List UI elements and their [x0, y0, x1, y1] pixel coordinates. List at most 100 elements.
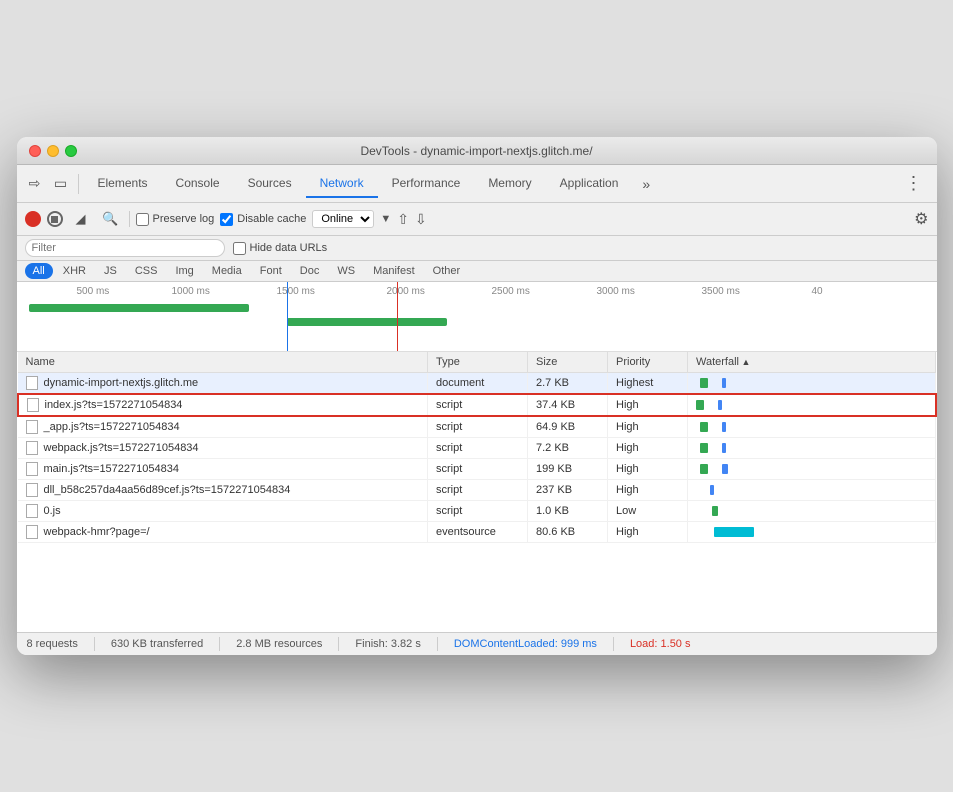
cell-type: script: [428, 459, 528, 480]
file-icon: [26, 525, 38, 539]
cell-name: _app.js?ts=1572271054834: [18, 416, 428, 438]
cell-size: 237 KB: [528, 480, 608, 501]
table-row[interactable]: webpack-hmr?page=/eventsource80.6 KBHigh: [18, 522, 936, 543]
status-divider-3: [338, 637, 339, 651]
toolbar-divider: [78, 174, 79, 194]
table-row[interactable]: dll_b58c257da4aa56d89cef.js?ts=157227105…: [18, 480, 936, 501]
cell-type: script: [428, 480, 528, 501]
type-btn-other[interactable]: Other: [425, 263, 469, 279]
timeline-label-2000: 2000 ms: [387, 286, 425, 297]
cell-size: 64.9 KB: [528, 416, 608, 438]
table-row[interactable]: index.js?ts=1572271054834script37.4 KBHi…: [18, 394, 936, 416]
cell-waterfall: [688, 394, 936, 416]
cell-waterfall: [688, 459, 936, 480]
tab-performance[interactable]: Performance: [378, 170, 475, 198]
close-button[interactable]: [29, 145, 41, 157]
import-har-button[interactable]: ⇧: [397, 211, 409, 228]
disable-cache-checkbox[interactable]: [220, 213, 233, 226]
col-name[interactable]: Name: [18, 352, 428, 373]
cell-waterfall: [688, 438, 936, 459]
cell-type: document: [428, 373, 528, 395]
file-icon: [26, 462, 38, 476]
table-row[interactable]: 0.jsscript1.0 KBLow: [18, 501, 936, 522]
table-row[interactable]: webpack.js?ts=1572271054834script7.2 KBH…: [18, 438, 936, 459]
record-button[interactable]: [25, 211, 41, 227]
timeline-content: 500 ms 1000 ms 1500 ms 2000 ms 2500 ms 3…: [17, 282, 937, 351]
cell-priority: High: [608, 438, 688, 459]
file-icon: [26, 483, 38, 497]
type-btn-doc[interactable]: Doc: [292, 263, 328, 279]
cell-name: index.js?ts=1572271054834: [18, 394, 428, 416]
preserve-log-checkbox[interactable]: [136, 213, 149, 226]
file-name: dynamic-import-nextjs.glitch.me: [44, 377, 199, 389]
network-toolbar: ◢ 🔍 Preserve log Disable cache Online ▼ …: [17, 203, 937, 236]
col-type[interactable]: Type: [428, 352, 528, 373]
col-size[interactable]: Size: [528, 352, 608, 373]
search-button[interactable]: 🔍: [99, 207, 123, 231]
col-waterfall[interactable]: Waterfall: [688, 352, 936, 373]
type-btn-manifest[interactable]: Manifest: [365, 263, 423, 279]
type-btn-img[interactable]: Img: [167, 263, 201, 279]
load-time: Load: 1.50 s: [630, 638, 691, 650]
resources-size: 2.8 MB resources: [236, 638, 322, 650]
tab-sources[interactable]: Sources: [234, 170, 306, 198]
requests-count: 8 requests: [27, 638, 78, 650]
tab-application[interactable]: Application: [546, 170, 633, 198]
type-btn-ws[interactable]: WS: [329, 263, 363, 279]
table-row[interactable]: _app.js?ts=1572271054834script64.9 KBHig…: [18, 416, 936, 438]
cell-size: 2.7 KB: [528, 373, 608, 395]
network-settings-button[interactable]: ⚙: [914, 209, 928, 229]
load-line: [397, 282, 398, 351]
cell-size: 199 KB: [528, 459, 608, 480]
tab-elements[interactable]: Elements: [84, 170, 162, 198]
disable-cache-label[interactable]: Disable cache: [220, 213, 306, 226]
timeline-label-3500: 3500 ms: [702, 286, 740, 297]
cursor-icon[interactable]: ⇨: [23, 172, 47, 196]
more-tabs-button[interactable]: »: [636, 172, 656, 196]
timeline-bar-green-1: [29, 304, 249, 312]
type-btn-xhr[interactable]: XHR: [55, 263, 94, 279]
device-icon[interactable]: ▭: [49, 172, 73, 196]
filter-bar: Hide data URLs: [17, 236, 937, 261]
devtools-menu-button[interactable]: ⋮: [897, 169, 931, 198]
file-name: webpack.js?ts=1572271054834: [44, 442, 199, 454]
stop-recording-button[interactable]: [47, 211, 63, 227]
titlebar: DevTools - dynamic-import-nextjs.glitch.…: [17, 137, 937, 165]
minimize-button[interactable]: [47, 145, 59, 157]
cell-name: 0.js: [18, 501, 428, 522]
filter-toggle-button[interactable]: ◢: [69, 207, 93, 231]
cell-name: dll_b58c257da4aa56d89cef.js?ts=157227105…: [18, 480, 428, 501]
cell-type: script: [428, 438, 528, 459]
preserve-log-label[interactable]: Preserve log: [136, 213, 215, 226]
throttling-select[interactable]: Online: [312, 210, 374, 228]
tab-network[interactable]: Network: [306, 170, 378, 198]
status-divider-2: [219, 637, 220, 651]
col-priority[interactable]: Priority: [608, 352, 688, 373]
table-row[interactable]: dynamic-import-nextjs.glitch.me document2…: [18, 373, 936, 395]
cell-name: webpack-hmr?page=/: [18, 522, 428, 543]
cell-name: main.js?ts=1572271054834: [18, 459, 428, 480]
hide-data-urls-checkbox[interactable]: [233, 242, 246, 255]
type-btn-all[interactable]: All: [25, 263, 53, 279]
devtools-body: ⇨ ▭ Elements Console Sources Network Per…: [17, 165, 937, 655]
filter-input[interactable]: [25, 239, 225, 257]
export-har-button[interactable]: ⇩: [415, 211, 427, 228]
hide-data-urls-label[interactable]: Hide data URLs: [233, 242, 328, 255]
tab-console[interactable]: Console: [162, 170, 234, 198]
dom-content-loaded-line: [287, 282, 288, 351]
maximize-button[interactable]: [65, 145, 77, 157]
throttle-arrow: ▼: [380, 213, 391, 225]
type-btn-media[interactable]: Media: [204, 263, 250, 279]
type-btn-js[interactable]: JS: [96, 263, 125, 279]
table-row[interactable]: main.js?ts=1572271054834script199 KBHigh: [18, 459, 936, 480]
timeline-area: 500 ms 1000 ms 1500 ms 2000 ms 2500 ms 3…: [17, 282, 937, 352]
tab-memory[interactable]: Memory: [474, 170, 545, 198]
table-header: Name Type Size Priority Waterfall: [18, 352, 936, 373]
timeline-label-1500: 1500 ms: [277, 286, 315, 297]
stop-inner-icon: [51, 216, 58, 223]
dom-content-loaded-time: DOMContentLoaded: 999 ms: [454, 638, 597, 650]
cell-priority: High: [608, 394, 688, 416]
cell-size: 1.0 KB: [528, 501, 608, 522]
type-btn-css[interactable]: CSS: [127, 263, 166, 279]
type-btn-font[interactable]: Font: [252, 263, 290, 279]
